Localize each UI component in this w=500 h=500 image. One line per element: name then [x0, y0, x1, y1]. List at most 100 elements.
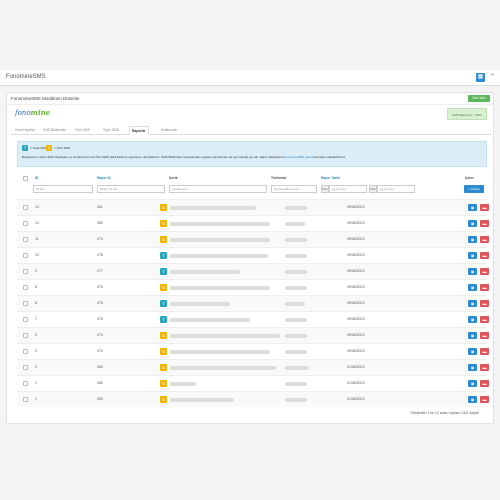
- trash-icon[interactable]: ▬: [480, 284, 489, 291]
- col-report-id[interactable]: Rapor ID: [97, 176, 111, 180]
- row-checkbox[interactable]: [23, 349, 28, 354]
- trash-icon[interactable]: ▬: [480, 380, 489, 387]
- row-checkbox[interactable]: [23, 301, 28, 306]
- row-date: 09/06/2023: [347, 285, 365, 289]
- eye-icon[interactable]: ◉: [468, 252, 477, 259]
- date-to-input[interactable]: gg.aa.yyyy: [377, 185, 415, 193]
- row-checkbox[interactable]: [23, 253, 28, 258]
- tab-1[interactable]: Genel Ayarlar: [13, 126, 37, 135]
- row-date: 09/06/2023: [347, 221, 365, 225]
- table-row: 10 278 T 09/06/2023 ◉ ▬: [17, 247, 489, 263]
- tab-6[interactable]: Kullanıcılar: [159, 126, 179, 135]
- eye-icon[interactable]: ◉: [468, 364, 477, 371]
- row-content-placeholder: [170, 366, 276, 370]
- legend-toplu-label: = Toplu SMS: [30, 146, 48, 150]
- row-report-id: 281: [97, 205, 103, 209]
- eye-icon[interactable]: ◉: [468, 220, 477, 227]
- tab-5[interactable]: Raporlar: [129, 126, 149, 135]
- eye-icon[interactable]: ◉: [468, 284, 477, 291]
- row-date: 09/06/2023: [347, 253, 365, 257]
- row-report-id: 276: [97, 285, 103, 289]
- eye-icon[interactable]: ◉: [468, 380, 477, 387]
- row-content-placeholder: [170, 334, 280, 338]
- row-content-placeholder: [170, 398, 234, 402]
- table-row: 4 272 Ö 09/06/2023 ◉ ▬: [17, 343, 489, 359]
- date-from-input[interactable]: gg.aa.yyyy: [329, 185, 367, 193]
- col-id[interactable]: ID: [35, 176, 38, 180]
- row-report-id: 277: [97, 269, 103, 273]
- col-date[interactable]: Rapor Tarihi: [321, 176, 340, 180]
- eye-icon[interactable]: ◉: [468, 300, 477, 307]
- row-content-placeholder: [170, 222, 270, 226]
- info-alert: T = Toplu SMS Ö = Özel SMS Burada hem To…: [17, 141, 487, 167]
- row-content-placeholder: [170, 270, 240, 274]
- trash-icon[interactable]: ▬: [480, 252, 489, 259]
- table-row: 7 275 T 09/06/2023 ◉ ▬: [17, 311, 489, 327]
- trash-icon[interactable]: ▬: [480, 300, 489, 307]
- row-id: 13: [35, 205, 39, 209]
- tab-2[interactable]: SMS Bildirimleri: [41, 126, 68, 135]
- report-id-filter-input[interactable]: Rapor ID ara...: [97, 185, 165, 193]
- trash-icon[interactable]: ▬: [480, 204, 489, 211]
- select-all-checkbox[interactable]: [23, 176, 28, 181]
- row-content-placeholder: [170, 382, 196, 386]
- row-checkbox[interactable]: [23, 333, 28, 338]
- trash-icon[interactable]: ▬: [480, 348, 489, 355]
- filter-button[interactable]: ⌕ Filtrele: [464, 185, 484, 193]
- trash-icon[interactable]: ▬: [480, 364, 489, 371]
- row-report-id: 265: [97, 397, 103, 401]
- row-checkbox[interactable]: [23, 237, 28, 242]
- row-type-badge: Ö: [160, 396, 167, 403]
- legend-ozel-badge: Ö: [46, 145, 52, 151]
- row-checkbox[interactable]: [23, 365, 28, 370]
- id-filter-input[interactable]: ID ara...: [33, 185, 93, 193]
- row-type-badge: Ö: [160, 348, 167, 355]
- row-type-badge: T: [160, 252, 167, 259]
- row-checkbox[interactable]: [23, 381, 28, 386]
- info-link[interactable]: FonomineSMS panel: [284, 155, 312, 159]
- row-numbers-placeholder: [285, 254, 307, 258]
- trash-icon[interactable]: ▬: [480, 236, 489, 243]
- eye-icon[interactable]: ◉: [468, 348, 477, 355]
- grid-icon[interactable]: ▦: [476, 73, 485, 82]
- back-button[interactable]: Geri dön: [468, 95, 490, 102]
- table-row: 1 265 Ö 01/06/2023 ◉ ▬: [17, 391, 489, 407]
- row-report-id: 275: [97, 317, 103, 321]
- row-checkbox[interactable]: [23, 397, 28, 402]
- trash-icon[interactable]: ▬: [480, 332, 489, 339]
- row-numbers-placeholder: [285, 270, 307, 274]
- row-date: 01/06/2023: [347, 365, 365, 369]
- row-content-placeholder: [170, 238, 270, 242]
- tab-4[interactable]: Toplu SMS: [101, 126, 121, 135]
- row-content-placeholder: [170, 302, 230, 306]
- row-numbers-placeholder: [285, 206, 307, 210]
- row-checkbox[interactable]: [23, 269, 28, 274]
- search-icon: ⌕: [468, 187, 470, 191]
- eye-icon[interactable]: ◉: [468, 236, 477, 243]
- tab-3[interactable]: Özel SMS: [73, 126, 92, 135]
- trash-icon[interactable]: ▬: [480, 268, 489, 275]
- eye-icon[interactable]: ◉: [468, 204, 477, 211]
- row-numbers-placeholder: [285, 366, 309, 370]
- table-row: 3 266 Ö 01/06/2023 ◉ ▬: [17, 359, 489, 375]
- row-id: 9: [35, 269, 37, 273]
- numbers-filter-input[interactable]: Numara-Birebi ara...: [271, 185, 317, 193]
- eye-icon[interactable]: ◉: [468, 268, 477, 275]
- row-id: 2: [35, 381, 37, 385]
- eye-icon[interactable]: ◉: [468, 396, 477, 403]
- row-report-id: 272: [97, 349, 103, 353]
- trash-icon[interactable]: ▬: [480, 220, 489, 227]
- row-report-id: 273: [97, 333, 103, 337]
- eye-icon[interactable]: ◉: [468, 332, 477, 339]
- row-checkbox[interactable]: [23, 205, 28, 210]
- collapse-icon[interactable]: ⌃: [488, 73, 497, 82]
- window-title: FonomineSMS: [6, 74, 46, 80]
- trash-icon[interactable]: ▬: [480, 396, 489, 403]
- row-checkbox[interactable]: [23, 221, 28, 226]
- row-checkbox[interactable]: [23, 285, 28, 290]
- trash-icon[interactable]: ▬: [480, 316, 489, 323]
- table-row: 12 280 Ö 09/06/2023 ◉ ▬: [17, 215, 489, 231]
- row-checkbox[interactable]: [23, 317, 28, 322]
- content-filter-input[interactable]: İçerikte ara...: [169, 185, 267, 193]
- eye-icon[interactable]: ◉: [468, 316, 477, 323]
